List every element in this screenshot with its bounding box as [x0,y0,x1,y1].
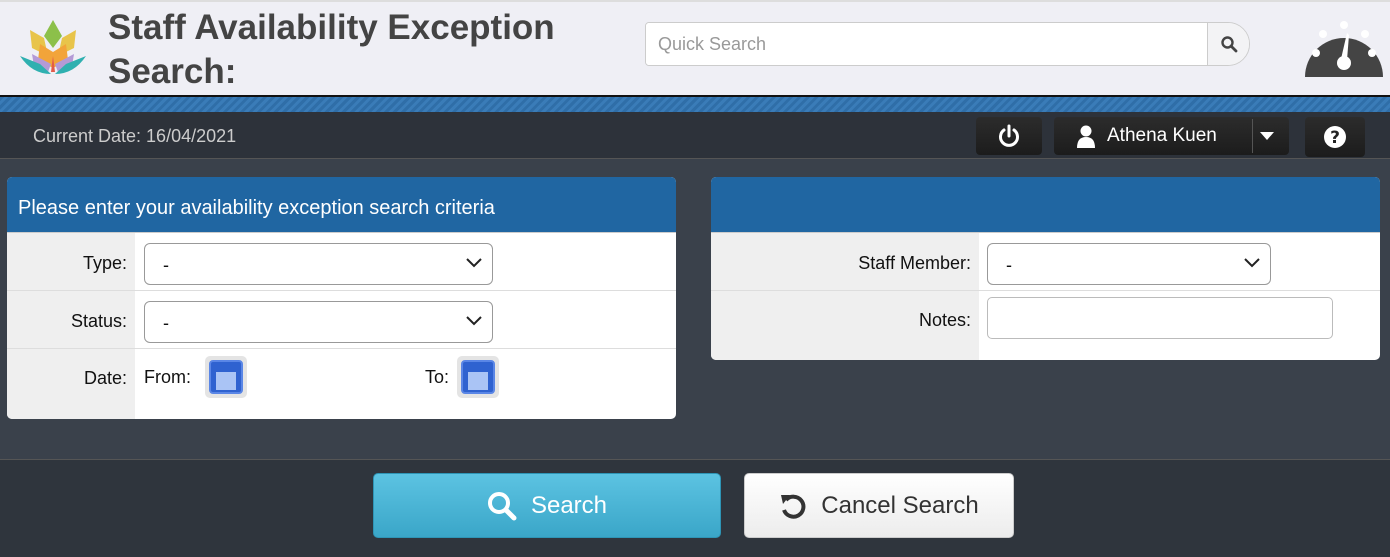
user-icon [1077,125,1095,148]
type-row: Type: - [7,233,676,291]
from-calendar-icon[interactable] [205,356,247,398]
search-button[interactable]: Search [373,473,721,538]
user-menu-button[interactable]: Athena Kuen [1054,117,1289,155]
header-stripe [0,95,1390,112]
date-row: Date: From: To: [7,349,676,419]
power-icon [999,124,1019,147]
staff-criteria-panel: Staff Member: - Notes: [711,177,1380,360]
chevron-down-icon [1244,258,1260,268]
notes-label: Notes: [711,291,979,360]
status-label: Status: [7,291,135,348]
undo-icon [781,494,806,519]
staff-member-value: - [1006,255,1012,275]
help-button[interactable]: ? [1305,117,1365,157]
cancel-search-button[interactable]: Cancel Search [744,473,1014,538]
chevron-down-icon [466,258,482,268]
cancel-search-label: Cancel Search [821,491,979,519]
staff-row: Staff Member: - [711,233,1380,291]
caret-down-icon[interactable] [1259,131,1275,141]
type-label: Type: [7,233,135,290]
help-icon: ? [1324,126,1346,148]
panel-heading-empty [711,177,1380,233]
user-name: Athena Kuen [1107,125,1217,146]
staff-member-select[interactable]: - [987,243,1271,285]
dashboard-gauge-icon[interactable] [1305,15,1383,77]
notes-input[interactable] [987,297,1333,339]
quick-search-button[interactable] [1207,23,1249,65]
to-calendar-icon[interactable] [457,356,499,398]
page-title: Staff Availability Exception Search: [108,8,555,91]
status-row: Status: - [7,291,676,349]
date-label: Date: [7,349,135,419]
from-label: From: [144,367,191,387]
search-button-label: Search [530,491,608,519]
staff-member-label: Staff Member: [711,233,979,290]
current-date: Current Date: 16/04/2021 [33,126,237,146]
search-icon [1220,36,1237,53]
quick-search [645,22,1250,66]
panel-heading: Please enter your availability exception… [7,177,676,233]
svg-text:?: ? [1330,128,1340,148]
type-value: - [163,255,169,275]
chevron-down-icon [466,316,482,326]
to-label: To: [425,367,450,387]
lotus-logo-icon [20,20,86,74]
logout-button[interactable] [976,117,1042,155]
notes-row: Notes: [711,291,1380,360]
type-select[interactable]: - [144,243,493,285]
quick-search-input[interactable] [646,23,1209,65]
search-criteria-panel: Please enter your availability exception… [7,177,676,419]
status-value: - [163,313,169,333]
search-icon [487,491,517,520]
status-select[interactable]: - [144,301,493,343]
